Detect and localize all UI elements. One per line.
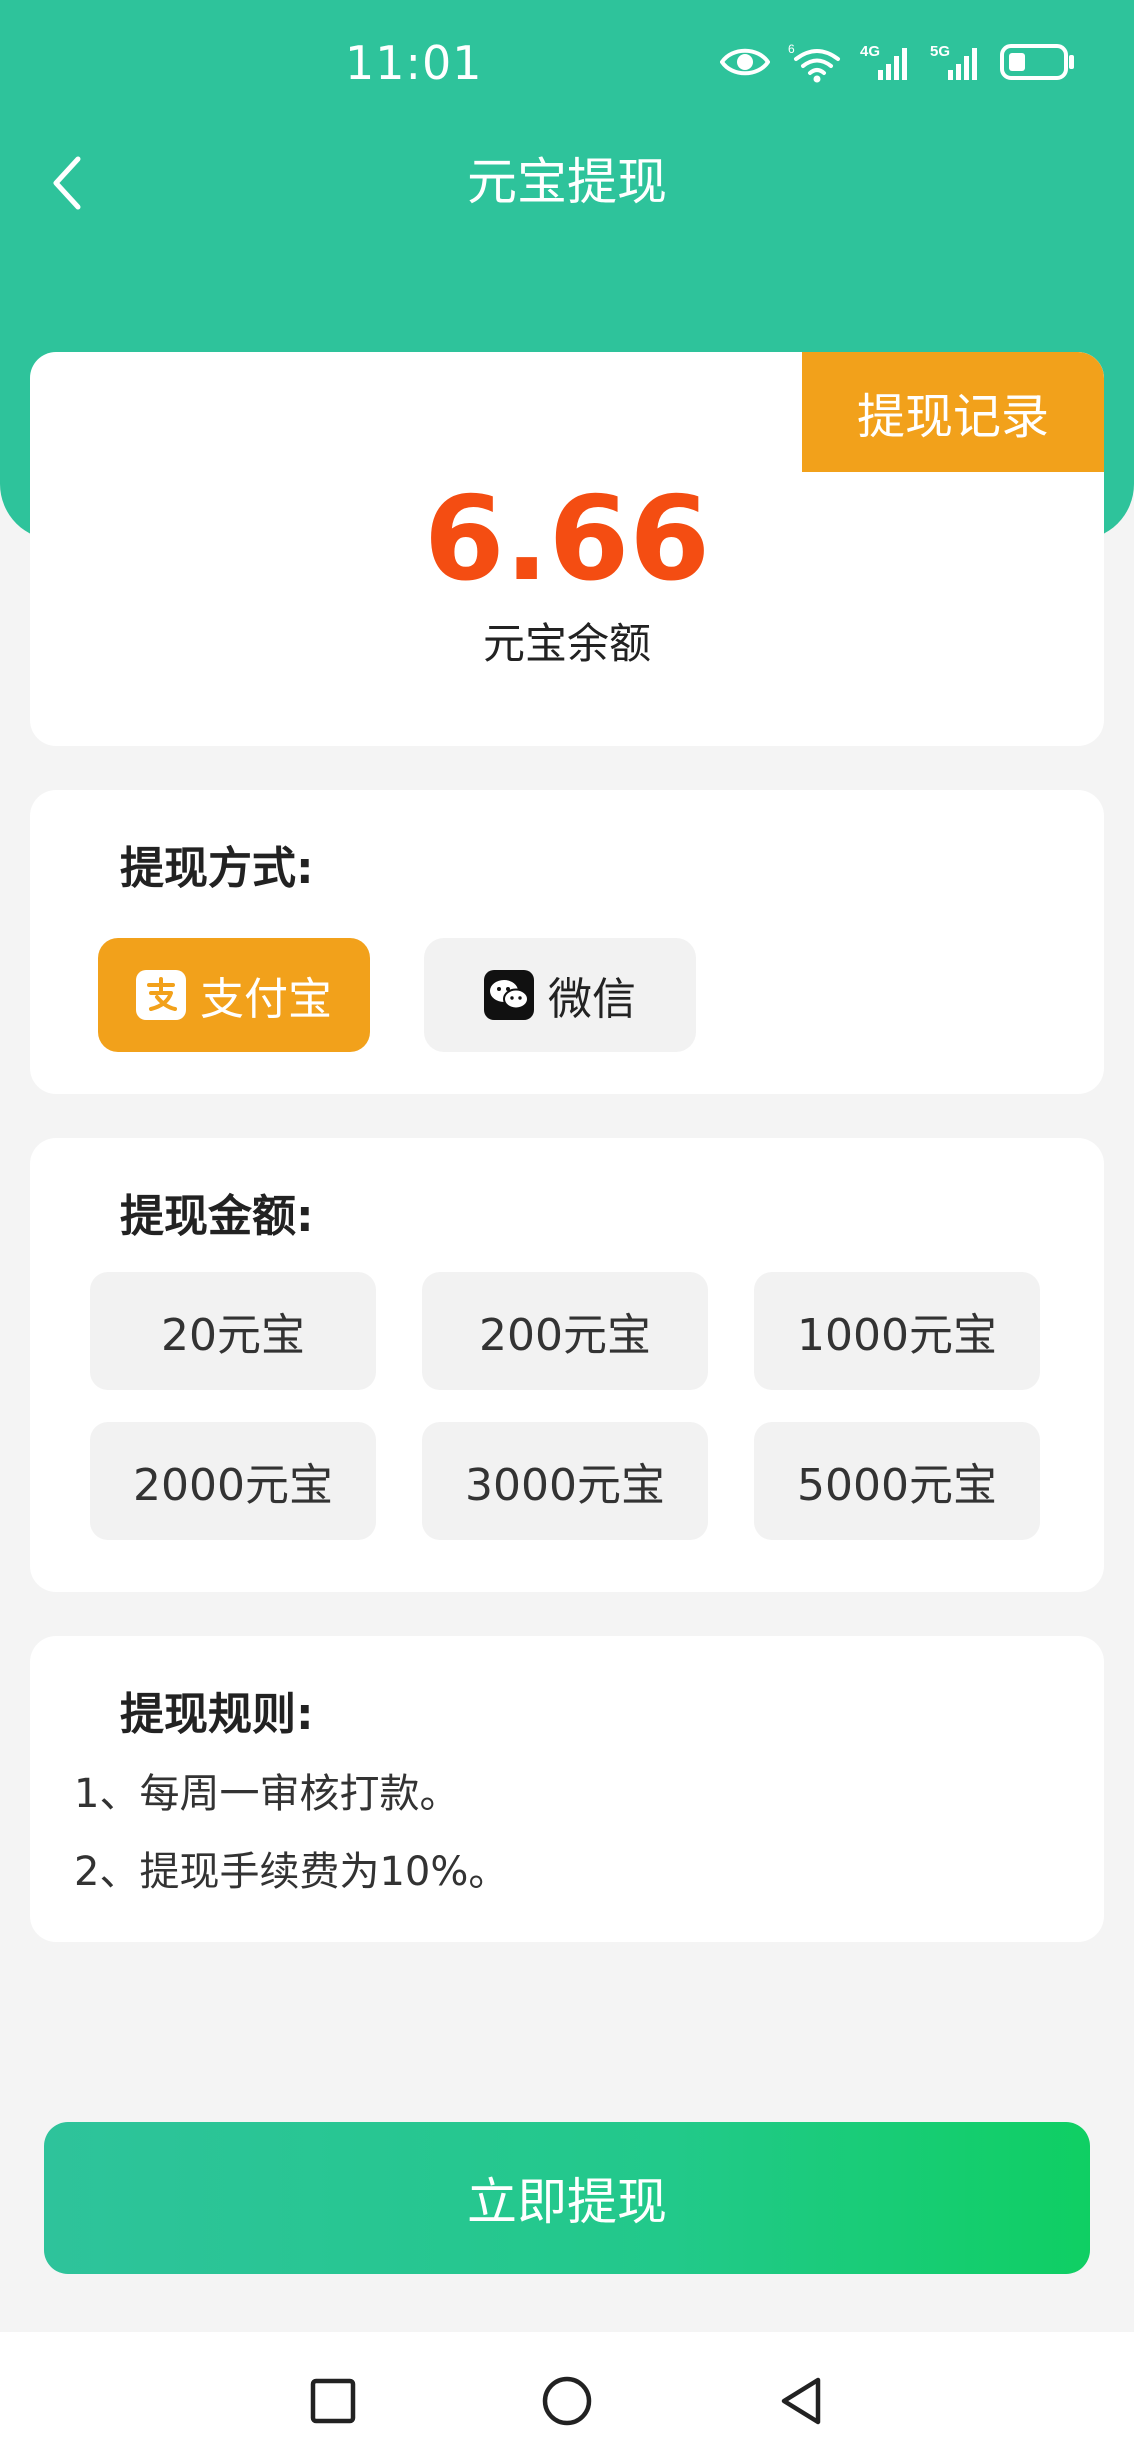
withdraw-record-button[interactable]: 提现记录 xyxy=(802,352,1104,472)
rules-section-title: 提现规则: xyxy=(120,1689,314,1740)
amount-option[interactable]: 20元宝 xyxy=(90,1272,376,1390)
withdraw-now-button[interactable]: 立即提现 xyxy=(44,2122,1090,2274)
amount-option[interactable]: 2000元宝 xyxy=(90,1422,376,1540)
wifi-badge: 6 xyxy=(788,42,795,56)
system-nav-bar xyxy=(0,2332,1134,2454)
withdraw-amount-card: 提现金额: 20元宝 200元宝 1000元宝 2000元宝 3000元宝 50… xyxy=(30,1138,1104,1592)
signal-5g-label: 5G xyxy=(930,43,950,60)
wifi-icon: 6 xyxy=(788,42,840,83)
rule-item: 2、提现手续费为10%。 xyxy=(74,1849,509,1895)
home-icon[interactable] xyxy=(540,2374,594,2428)
wechat-icon xyxy=(484,970,534,1020)
amount-option[interactable]: 3000元宝 xyxy=(422,1422,708,1540)
back-icon[interactable] xyxy=(776,2374,826,2428)
method-section-title: 提现方式: xyxy=(120,843,314,894)
amount-option[interactable]: 1000元宝 xyxy=(754,1272,1040,1390)
status-time: 11:01 xyxy=(345,36,483,90)
status-bar: 11:01 6 4G 5G xyxy=(0,0,1134,125)
amount-option[interactable]: 5000元宝 xyxy=(754,1422,1040,1540)
withdraw-method-card: 提现方式: 支付宝 微信 xyxy=(30,790,1104,1094)
method-option-label: 支付宝 xyxy=(200,974,332,1025)
withdraw-rules-card: 提现规则: 1、每周一审核打款。 2、提现手续费为10%。 xyxy=(30,1636,1104,1942)
page-title: 元宝提现 xyxy=(467,153,667,211)
balance-card: 提现记录 6.66 元宝余额 xyxy=(30,352,1104,746)
signal-4g-icon: 4G xyxy=(860,43,907,80)
balance-label: 元宝余额 xyxy=(482,619,651,668)
battery-icon xyxy=(1000,44,1074,80)
eye-icon xyxy=(720,48,770,76)
method-option-label: 微信 xyxy=(548,974,636,1025)
withdraw-page: 11:01 6 4G 5G 元宝提现 提现记录 6.66 元宝余额 提现方式: … xyxy=(0,0,1134,2454)
method-option-wechat[interactable]: 微信 xyxy=(424,938,696,1052)
amount-options-grid: 20元宝 200元宝 1000元宝 2000元宝 3000元宝 5000元宝 xyxy=(90,1272,1044,1540)
alipay-icon xyxy=(136,970,186,1020)
status-icons: 6 4G 5G xyxy=(720,38,1076,86)
amount-option[interactable]: 200元宝 xyxy=(422,1272,708,1390)
signal-4g-label: 4G xyxy=(860,43,880,60)
amount-section-title: 提现金额: xyxy=(120,1191,314,1242)
balance-amount: 6.66 xyxy=(423,472,711,607)
signal-5g-icon: 5G xyxy=(930,43,977,80)
method-option-alipay[interactable]: 支付宝 xyxy=(98,938,370,1052)
recent-apps-icon[interactable] xyxy=(308,2376,358,2426)
rule-item: 1、每周一审核打款。 xyxy=(74,1771,460,1817)
